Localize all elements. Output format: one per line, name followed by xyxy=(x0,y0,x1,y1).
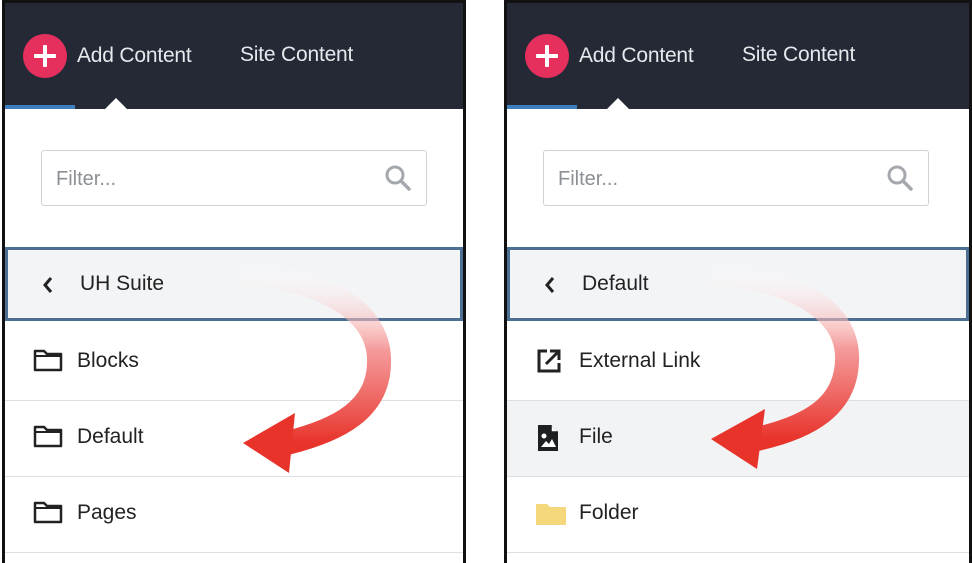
list-item-external-link[interactable]: External Link xyxy=(507,325,969,401)
plus-icon xyxy=(23,34,67,78)
add-content-button[interactable]: Add Content xyxy=(525,33,694,79)
filter-input[interactable] xyxy=(556,161,860,197)
back-navigation-row[interactable]: Default xyxy=(507,247,969,321)
add-content-button[interactable]: Add Content xyxy=(23,33,192,79)
list-item-label: Default xyxy=(77,425,144,448)
external-link-icon xyxy=(535,347,563,380)
top-navigation-bar: Add Content Site Content xyxy=(5,3,463,109)
back-row-label: UH Suite xyxy=(80,272,165,295)
list-item-label: File xyxy=(579,425,613,448)
list-item-label: Pages xyxy=(77,501,137,524)
file-image-icon xyxy=(535,423,561,458)
active-tab-indicator xyxy=(5,105,75,109)
folder-yellow-icon xyxy=(535,499,567,532)
folder-icon xyxy=(33,423,63,454)
folder-icon xyxy=(33,347,63,378)
right-panel: Add Content Site Content Default Externa… xyxy=(504,0,972,563)
back-row-label: Default xyxy=(582,272,649,295)
add-content-label: Add Content xyxy=(579,44,694,67)
folder-icon xyxy=(33,499,63,530)
active-tab-indicator xyxy=(507,105,577,109)
site-content-link[interactable]: Site Content xyxy=(742,43,855,67)
chevron-left-icon xyxy=(42,276,54,299)
filter-field[interactable] xyxy=(41,150,427,206)
chevron-left-icon xyxy=(544,276,556,299)
search-icon[interactable] xyxy=(886,164,914,197)
filter-field[interactable] xyxy=(543,150,929,206)
dropdown-caret xyxy=(607,98,629,109)
list-item-label: Blocks xyxy=(77,349,139,372)
list-item-label: Folder xyxy=(579,501,639,524)
back-navigation-row[interactable]: UH Suite xyxy=(5,247,463,321)
filter-input[interactable] xyxy=(54,161,358,197)
list-item-folder[interactable]: Folder xyxy=(507,477,969,553)
dropdown-caret xyxy=(105,98,127,109)
list-item-file[interactable]: File xyxy=(507,401,969,477)
site-content-link[interactable]: Site Content xyxy=(240,43,353,67)
list-item-default[interactable]: Default xyxy=(5,401,463,477)
add-content-label: Add Content xyxy=(77,44,192,67)
list-item-blocks[interactable]: Blocks xyxy=(5,325,463,401)
top-navigation-bar: Add Content Site Content xyxy=(507,3,969,109)
list-item-pages[interactable]: Pages xyxy=(5,477,463,553)
left-panel: Add Content Site Content UH Suite Blocks… xyxy=(2,0,466,563)
plus-icon xyxy=(525,34,569,78)
search-icon[interactable] xyxy=(384,164,412,197)
list-item-label: External Link xyxy=(579,349,701,372)
